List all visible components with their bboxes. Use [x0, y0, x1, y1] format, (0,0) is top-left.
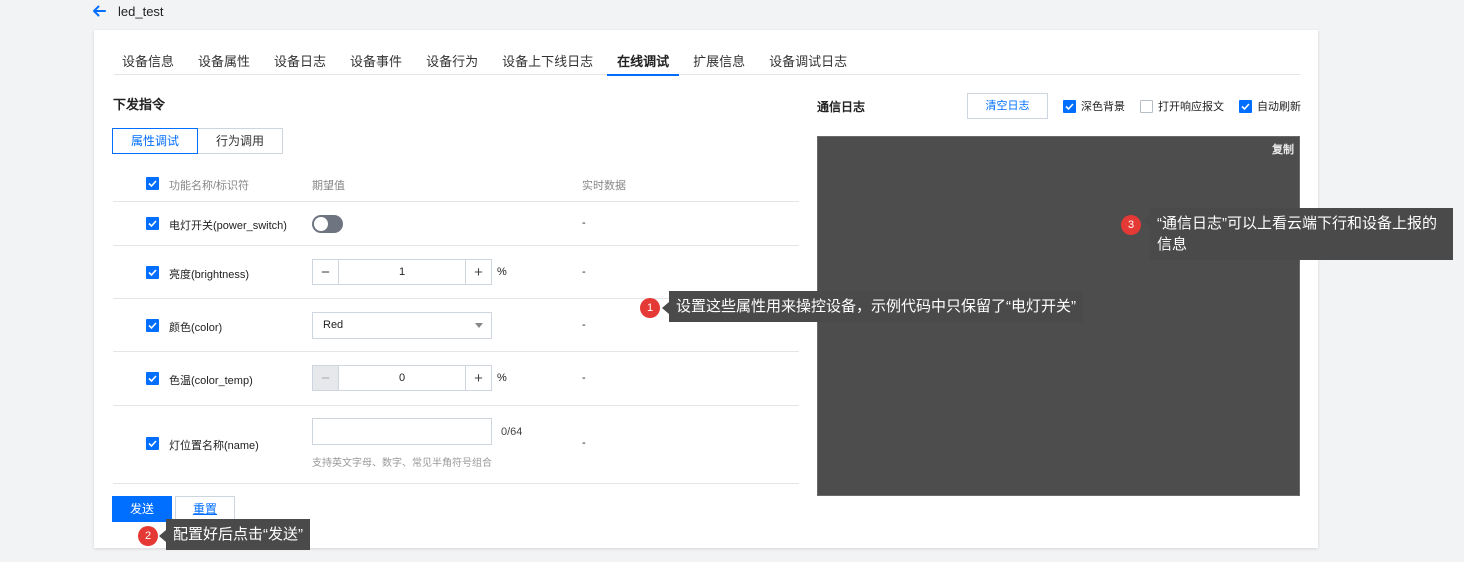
main-card: 设备信息 设备属性 设备日志 设备事件 设备行为 设备上下线日志 在线调试 扩展…: [94, 30, 1318, 548]
decrement-button[interactable]: −: [313, 366, 339, 390]
callout-1: 1 设置这些属性用来操控设备，示例代码中只保留了“电灯开关”: [640, 291, 1083, 322]
property-table: 功能名称/标识符 期望值 实时数据 电灯开关(power_switch) - 亮…: [113, 170, 799, 484]
tab-device-debug-logs[interactable]: 设备调试日志: [769, 44, 847, 75]
unit-label: %: [497, 266, 507, 278]
copy-button[interactable]: 复制: [1272, 141, 1294, 157]
color-temp-value[interactable]: 0: [339, 366, 465, 390]
power-switch-toggle[interactable]: [312, 215, 343, 233]
row-name: 亮度(brightness): [169, 269, 250, 281]
callout-3: 3 “通信日志”可以上看云端下行和设备上报的信息: [1121, 208, 1453, 260]
open-response-checkbox[interactable]: [1140, 99, 1153, 113]
row-name: 色温(color_temp): [169, 375, 253, 387]
header-name: 功能名称/标识符: [169, 180, 250, 192]
chevron-down-icon: [475, 323, 483, 328]
log-title: 通信日志: [817, 100, 866, 114]
increment-button[interactable]: +: [465, 366, 491, 390]
color-selected-value: Red: [323, 319, 344, 331]
callout-1-badge: 1: [640, 298, 660, 318]
header-realtime: 实时数据: [582, 180, 626, 192]
property-debug-tab[interactable]: 属性调试: [112, 128, 199, 154]
auto-refresh-checkbox[interactable]: [1239, 99, 1252, 113]
header-expected: 期望值: [312, 180, 345, 192]
char-counter: 0/64: [501, 426, 523, 438]
tab-bar: 设备信息 设备属性 设备日志 设备事件 设备行为 设备上下线日志 在线调试 扩展…: [114, 44, 1300, 76]
callout-2-badge: 2: [138, 526, 158, 546]
row-checkbox[interactable]: [146, 319, 159, 332]
color-temp-stepper: − 0 +: [312, 365, 492, 391]
row-name: 灯位置名称(name): [169, 440, 259, 452]
color-select[interactable]: Red: [312, 312, 492, 339]
row-realtime: -: [582, 266, 586, 278]
increment-button[interactable]: +: [465, 260, 491, 284]
action-call-tab[interactable]: 行为调用: [198, 128, 284, 154]
row-name: 颜色(color): [169, 322, 223, 334]
row-checkbox[interactable]: [146, 437, 159, 450]
callout-1-text: 设置这些属性用来操控设备，示例代码中只保留了“电灯开关”: [662, 291, 1083, 322]
row-checkbox[interactable]: [146, 266, 159, 279]
tab-extension-info[interactable]: 扩展信息: [693, 44, 745, 75]
table-header: 功能名称/标识符 期望值 实时数据: [113, 170, 799, 202]
tab-device-info[interactable]: 设备信息: [122, 44, 174, 75]
location-name-input[interactable]: [312, 418, 492, 445]
tab-device-logs[interactable]: 设备日志: [274, 44, 326, 75]
row-realtime: -: [582, 372, 586, 384]
dark-background-label: 深色背景: [1081, 101, 1125, 113]
table-row: 色温(color_temp) − 0 + % -: [113, 352, 799, 406]
mode-switch: 属性调试 行为调用: [112, 128, 284, 154]
open-response-option[interactable]: 打开响应报文: [1140, 98, 1224, 114]
page-title: led_test: [118, 3, 164, 19]
table-row: 灯位置名称(name) 0/64 支持英文字母、数字、常见半角符号组合 -: [113, 406, 799, 484]
input-hint: 支持英文字母、数字、常见半角符号组合: [312, 458, 492, 469]
tab-device-properties[interactable]: 设备属性: [198, 44, 250, 75]
brightness-stepper: − 1 +: [312, 259, 492, 285]
row-realtime: -: [582, 319, 586, 331]
top-bar: led_test: [90, 0, 164, 22]
dark-background-option[interactable]: 深色背景: [1063, 98, 1125, 114]
callout-3-text: “通信日志”可以上看云端下行和设备上报的信息: [1143, 208, 1453, 260]
row-realtime: -: [582, 217, 586, 229]
table-row: 电灯开关(power_switch) -: [113, 202, 799, 246]
row-checkbox[interactable]: [146, 217, 159, 230]
decrement-button[interactable]: −: [313, 260, 339, 284]
back-arrow-icon[interactable]: [90, 2, 108, 20]
brightness-value[interactable]: 1: [339, 260, 465, 284]
row-name: 电灯开关(power_switch): [169, 220, 287, 232]
dark-background-checkbox[interactable]: [1063, 99, 1076, 113]
tab-device-actions[interactable]: 设备行为: [426, 44, 478, 75]
open-response-label: 打开响应报文: [1158, 101, 1224, 113]
callout-2: 2 配置好后点击“发送”: [138, 519, 310, 550]
auto-refresh-option[interactable]: 自动刷新: [1239, 98, 1301, 114]
row-realtime: -: [582, 437, 586, 449]
unit-label: %: [497, 372, 507, 384]
tab-online-offline-logs[interactable]: 设备上下线日志: [502, 44, 593, 75]
tab-online-debug[interactable]: 在线调试: [607, 44, 680, 76]
command-section-title: 下发指令: [113, 97, 166, 112]
callout-3-badge: 3: [1121, 215, 1141, 235]
tab-device-events[interactable]: 设备事件: [350, 44, 402, 75]
auto-refresh-label: 自动刷新: [1257, 101, 1301, 113]
row-checkbox[interactable]: [146, 372, 159, 385]
callout-2-text: 配置好后点击“发送”: [159, 519, 310, 550]
clear-log-button[interactable]: 清空日志: [967, 93, 1048, 119]
select-all-checkbox[interactable]: [146, 177, 159, 190]
